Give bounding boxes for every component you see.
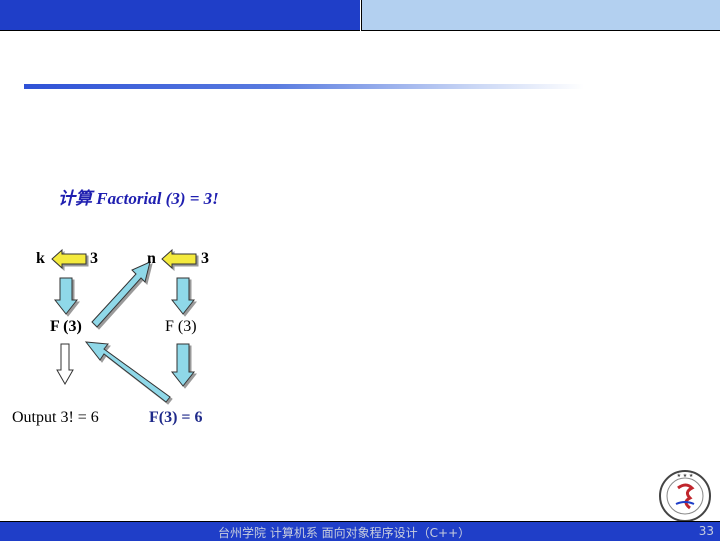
- page-number: 33: [698, 524, 714, 538]
- call-arrow-diagonal: [91, 261, 151, 328]
- assign-arrow-left: [51, 248, 87, 270]
- down-arrow-n-call: [170, 277, 196, 315]
- output-label: Output 3! = 6: [12, 409, 99, 426]
- recursion-diagram: [51, 248, 197, 403]
- param-n-label: n: [147, 250, 156, 267]
- down-arrow-result: [170, 343, 196, 387]
- result-label: F(3) = 6: [149, 409, 203, 426]
- university-logo: ★ ★ ★: [659, 470, 711, 522]
- arg-value-right: 3: [201, 250, 209, 267]
- footer-bar: 台州学院 计算机系 面向对象程序设计（C++） 33: [0, 521, 720, 541]
- call-label-right: F (3): [165, 318, 197, 335]
- call-label-left: F (3): [50, 318, 82, 335]
- var-k-label: k: [36, 250, 45, 267]
- down-arrow-k-call: [53, 277, 79, 315]
- return-arrow-diagonal: [84, 341, 171, 403]
- arg-value-left: 3: [90, 250, 98, 267]
- footer-text: 台州学院 计算机系 面向对象程序设计（C++）: [218, 526, 471, 540]
- assign-arrow-right: [161, 248, 197, 270]
- svg-text:★ ★ ★: ★ ★ ★: [677, 473, 694, 479]
- down-arrow-output: [56, 343, 74, 386]
